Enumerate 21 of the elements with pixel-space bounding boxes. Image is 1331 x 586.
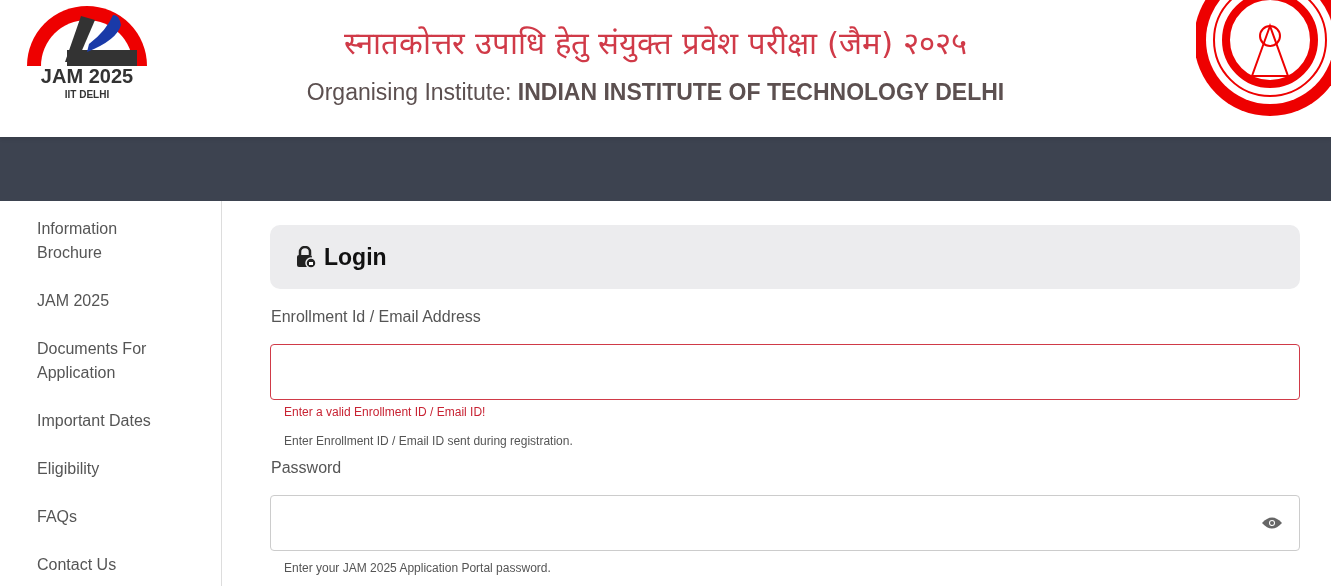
hindi-title: स्नातकोत्तर उपाधि हेतु संयुक्त प्रवेश परीक्षा (जैम) २०२५ <box>343 24 968 65</box>
sidebar-link[interactable]: Information Brochure <box>37 217 162 265</box>
sidebar-link[interactable]: Important Dates <box>37 409 162 433</box>
sidebar-link[interactable]: Contact Us <box>37 553 162 577</box>
field-label: Password <box>271 458 343 478</box>
field-label: Enrollment Id / Email Address <box>271 307 482 327</box>
password-field[interactable] <box>270 495 1300 551</box>
organiser-line: Organising Institute: INDIAN INSTITUTE OF TECHNOLOGY DELHI <box>306 77 1005 107</box>
input-field[interactable] <box>270 344 1300 400</box>
login-title: Login <box>324 242 387 272</box>
sidebar-link[interactable]: FAQs <box>37 505 162 529</box>
sidebar-link[interactable]: Eligibility <box>37 457 162 481</box>
sidebar-link[interactable]: JAM 2025 <box>37 289 162 313</box>
error-message: Enter a valid Enrollment ID / Email ID! <box>284 404 487 421</box>
eye-icon[interactable] <box>1261 516 1283 530</box>
help-text: Enter Enrollment ID / Email ID sent during registration. <box>284 433 574 450</box>
sidebar-link[interactable]: Documents For Application <box>37 337 162 385</box>
logo-title: JAM 2025 <box>40 66 134 86</box>
logo-subtitle: IIT DELHI <box>64 90 110 100</box>
lock-icon <box>296 246 316 268</box>
help-text: Enter your JAM 2025 Application Portal password. <box>284 560 552 577</box>
